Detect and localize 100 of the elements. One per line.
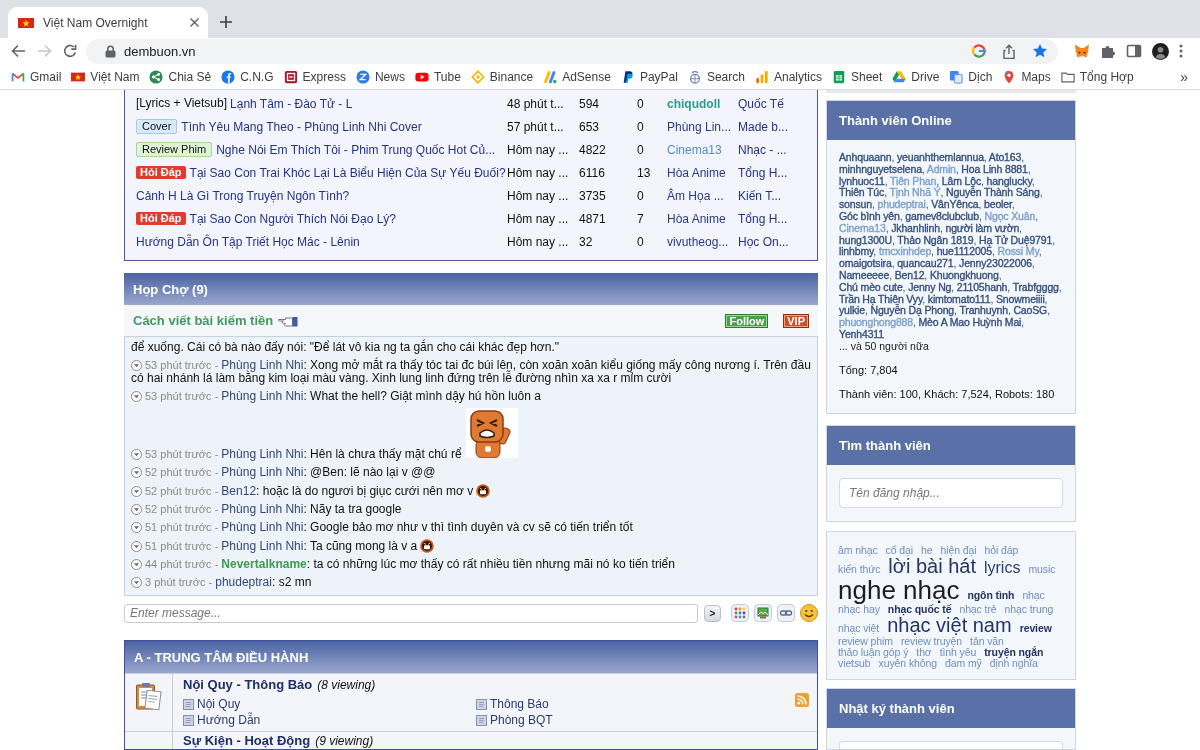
- bookmark[interactable]: Gmail: [6, 69, 67, 84]
- member-link[interactable]: yeuanhthemlannua: [896, 151, 984, 163]
- tag-link[interactable]: nghe nhạc: [838, 576, 960, 604]
- thread-title-link[interactable]: Tại Sao Con Trai Khóc Lại Là Biểu Hiện Của Sự Yếu Đuối?: [189, 165, 506, 180]
- member-link[interactable]: hung1300U: [839, 233, 892, 246]
- plus-icon[interactable]: [220, 16, 232, 28]
- forum-title-link[interactable]: Sự Kiện - Hoạt Động: [183, 734, 311, 748]
- input-field[interactable]: [839, 740, 1063, 749]
- down-circle-icon[interactable]: [131, 486, 142, 497]
- forum-link[interactable]: Tổng H...: [738, 211, 788, 226]
- member-link[interactable]: gamev8clubclub: [905, 210, 979, 222]
- member-link[interactable]: sonsun: [839, 198, 872, 211]
- username-link[interactable]: Phùng Linh Nhi: [221, 358, 304, 372]
- username-link[interactable]: phudeptrai: [215, 575, 272, 589]
- bookmark[interactable]: Chia Sẻ: [144, 69, 217, 84]
- forum-link[interactable]: Tổng H...: [738, 165, 788, 180]
- subforum-link[interactable]: Hướng Dẫn: [183, 713, 476, 727]
- bookmark[interactable]: Binance: [465, 69, 539, 84]
- share-icon[interactable]: [1002, 43, 1016, 59]
- bookmark[interactable]: Việt Nam: [66, 69, 145, 84]
- member-link[interactable]: Chú mèo cute: [839, 280, 903, 293]
- vip-badge[interactable]: VIP: [783, 313, 809, 328]
- browser-tab[interactable]: Việt Nam Overnight: [8, 7, 208, 38]
- message-input[interactable]: Enter message...: [124, 603, 698, 623]
- tag-link[interactable]: lyrics: [983, 559, 1021, 577]
- forum-link[interactable]: Made b...: [738, 119, 789, 134]
- rss-icon[interactable]: [795, 693, 809, 707]
- member-link[interactable]: hue1112005: [936, 245, 992, 258]
- puzzle-icon[interactable]: [1100, 43, 1116, 59]
- send-button[interactable]: >: [704, 604, 721, 622]
- member-link[interactable]: Jkhanhlinh: [891, 221, 940, 234]
- bookmark[interactable]: C.N.G: [216, 69, 279, 84]
- subforum-link[interactable]: Phòng BQT: [476, 713, 777, 727]
- close-icon[interactable]: [190, 18, 199, 27]
- member-link[interactable]: Tranhuynh: [959, 304, 1008, 317]
- forum-link[interactable]: Quốc Tế: [738, 96, 784, 111]
- bookmark[interactable]: Tube: [409, 69, 466, 84]
- member-link[interactable]: beoler: [984, 198, 1012, 211]
- bookmark[interactable]: PayPal: [615, 69, 683, 84]
- tag-link[interactable]: truyện ngắn: [984, 646, 1044, 658]
- bookmark[interactable]: Analytics: [749, 69, 827, 84]
- subforum-link[interactable]: Nội Quy: [183, 697, 476, 711]
- reload-icon[interactable]: [63, 44, 77, 58]
- username-link[interactable]: Hòa Anime: [667, 211, 726, 226]
- username-link[interactable]: Phùng Lin...: [667, 119, 732, 134]
- down-circle-icon[interactable]: [131, 360, 142, 371]
- tag-link[interactable]: ngôn tình: [967, 589, 1015, 601]
- image-icon[interactable]: [754, 604, 772, 622]
- fox-icon[interactable]: [1074, 43, 1090, 59]
- member-link[interactable]: lynhuoc11: [839, 174, 885, 187]
- down-circle-icon[interactable]: [131, 577, 142, 588]
- more-bookmarks-button[interactable]: »: [1174, 68, 1194, 85]
- bookmark[interactable]: Express: [278, 69, 351, 84]
- bookmark[interactable]: Sheet: [827, 69, 888, 84]
- username-link[interactable]: Âm Họa ...: [667, 188, 724, 203]
- address-bar[interactable]: dembuon.vn: [86, 38, 1058, 64]
- member-link[interactable]: Khuongkhuong: [929, 268, 999, 281]
- down-circle-icon[interactable]: [131, 541, 142, 552]
- bookmark[interactable]: Maps: [997, 69, 1056, 84]
- member-link[interactable]: Jenny23022006: [959, 257, 1032, 270]
- tag-link[interactable]: lời bài hát: [888, 555, 976, 577]
- bookmark[interactable]: Drive: [887, 69, 945, 84]
- forum-title-link[interactable]: Nội Quy - Thông Báo: [183, 678, 313, 692]
- down-circle-icon[interactable]: [131, 391, 142, 402]
- side-panel-icon[interactable]: [1126, 43, 1142, 59]
- member-link[interactable]: Yenh4311: [839, 327, 884, 340]
- link-icon[interactable]: [777, 604, 795, 622]
- username-link[interactable]: Hòa Anime: [667, 165, 726, 180]
- member-link[interactable]: hanglucky: [986, 174, 1032, 187]
- smiley-icon[interactable]: [800, 604, 818, 622]
- member-link[interactable]: Trabfgggg: [1012, 280, 1059, 293]
- forum-link[interactable]: Nhạc - ...: [738, 142, 787, 157]
- member-link[interactable]: Góc bình yên: [839, 210, 900, 222]
- avatar-icon[interactable]: [1152, 42, 1169, 60]
- forum-link[interactable]: Học On...: [738, 234, 789, 249]
- thread-title-link[interactable]: Lạnh Tâm - Đào Tử - L: [230, 96, 353, 111]
- member-link[interactable]: Nguyễn Thành Sáng: [946, 186, 1040, 199]
- color-grid-icon[interactable]: [731, 604, 749, 622]
- member-link[interactable]: yulkie: [839, 304, 865, 317]
- thread-title-link[interactable]: Cảnh H Là Gì Trong Truyện Ngôn Tình?: [136, 188, 350, 203]
- down-circle-icon[interactable]: [131, 522, 142, 533]
- username-link[interactable]: vivutheog...: [667, 234, 729, 249]
- bookmark[interactable]: AdSense: [538, 69, 616, 84]
- thread-title-link[interactable]: Nghe Nói Em Thích Tôi - Phim Trung Quốc Hot Củ...: [216, 142, 496, 157]
- down-circle-icon[interactable]: [131, 559, 142, 570]
- tag-link[interactable]: review: [1019, 622, 1052, 634]
- member-link[interactable]: Snowmeiiii: [995, 292, 1045, 305]
- forum-link[interactable]: Kiến T...: [738, 188, 782, 203]
- back-icon[interactable]: [11, 44, 26, 58]
- down-circle-icon[interactable]: [131, 504, 142, 515]
- tag-link[interactable]: nhạc quốc tế: [887, 603, 952, 615]
- star-icon[interactable]: [1032, 43, 1048, 59]
- bookmark[interactable]: News: [350, 69, 410, 84]
- menu-icon[interactable]: [1179, 44, 1183, 58]
- subforum-link[interactable]: Thông Báo: [476, 697, 777, 711]
- g-logo-icon[interactable]: [972, 44, 986, 58]
- username-search-field[interactable]: Tên đăng nhập...: [839, 477, 1063, 508]
- thread-title-link[interactable]: Tình Yêu Mang Theo - Phùng Linh Nhi Cover: [181, 119, 422, 134]
- down-circle-icon[interactable]: [131, 467, 142, 478]
- down-circle-icon[interactable]: [131, 449, 142, 460]
